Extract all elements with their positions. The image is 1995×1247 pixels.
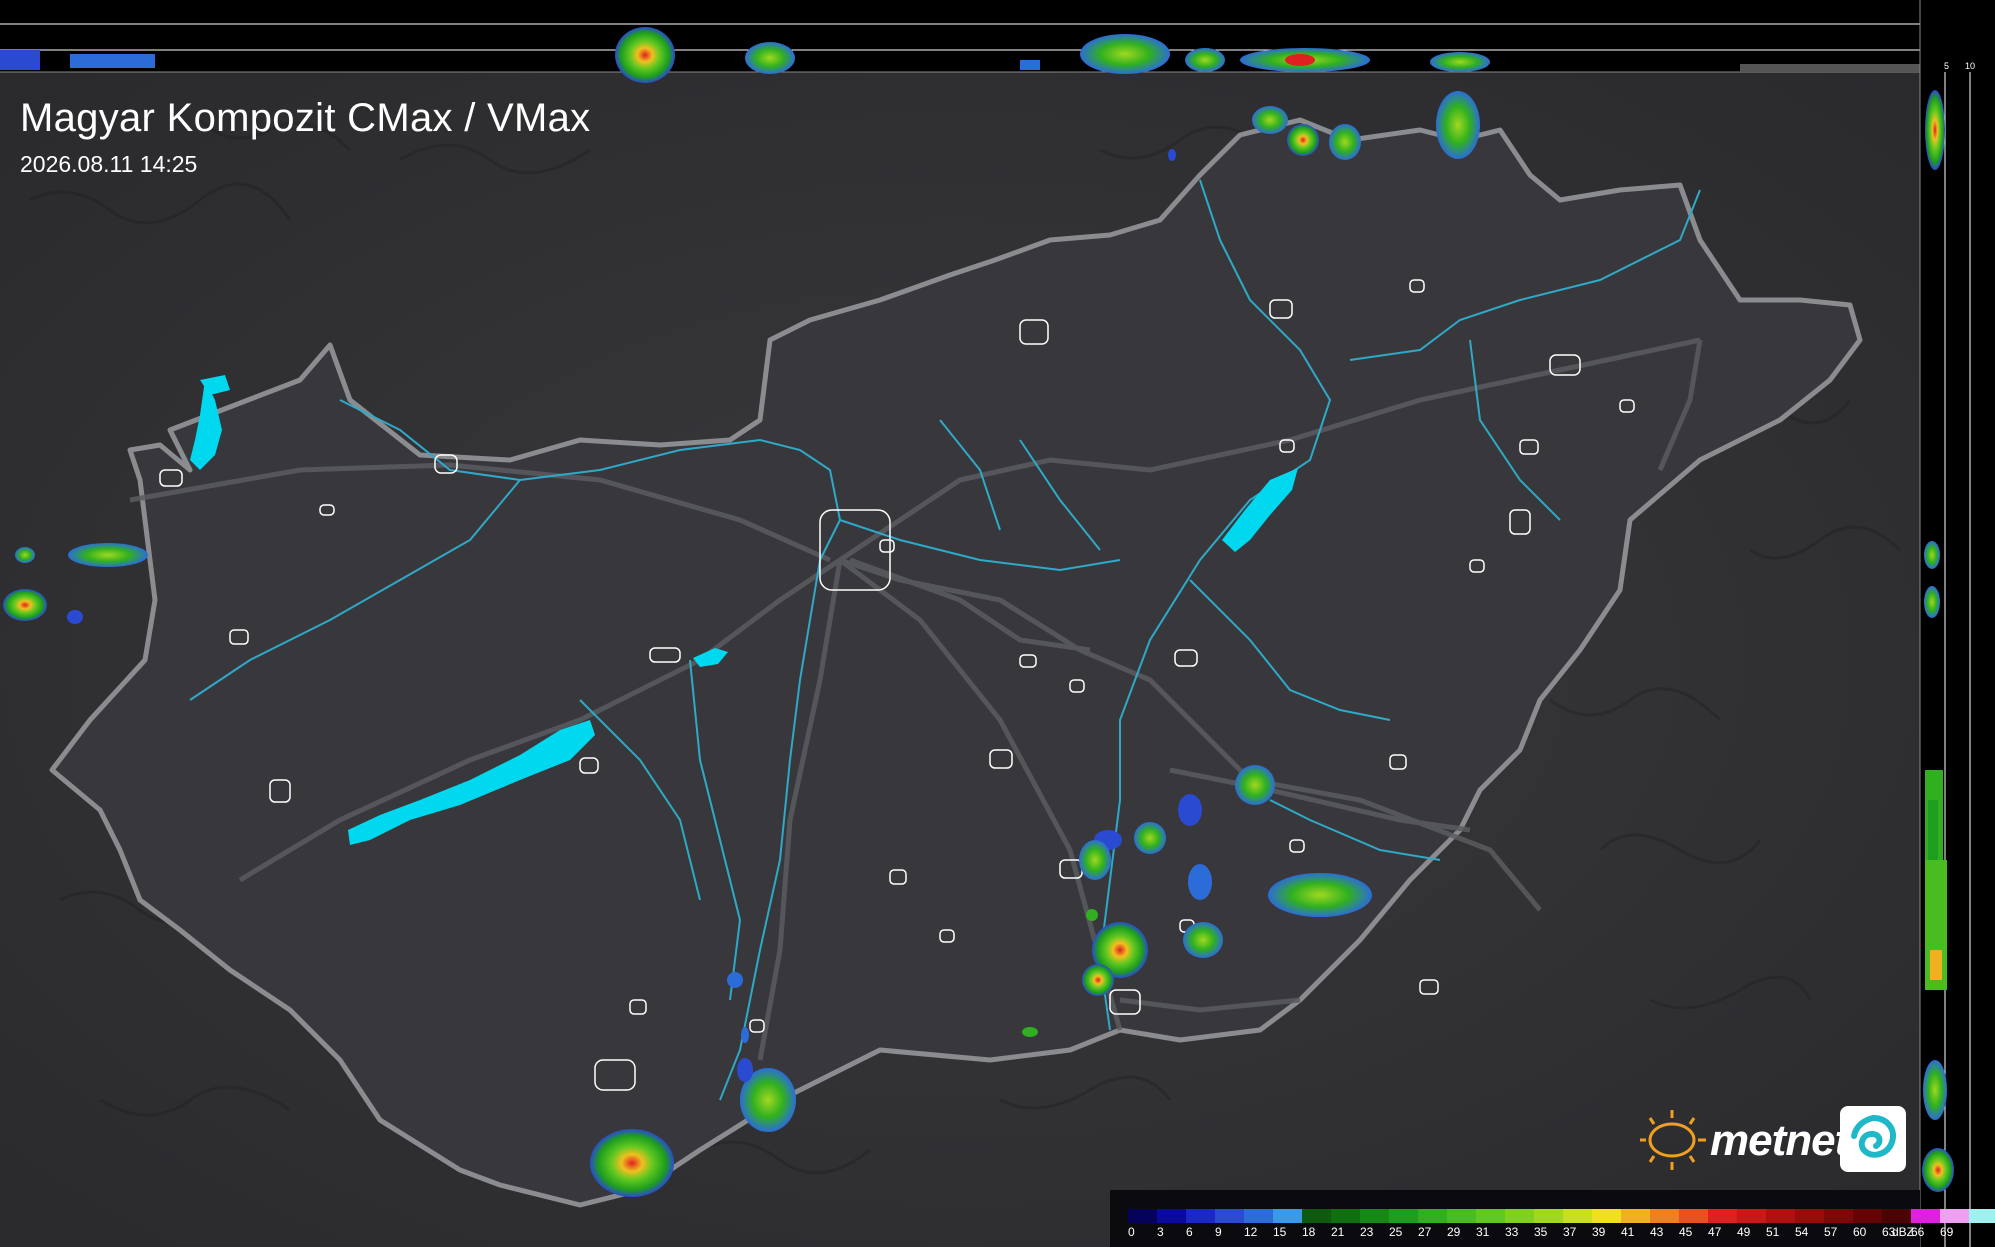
legend-label: 27 [1418, 1225, 1432, 1239]
profile-scale-label: 10 [1965, 61, 1975, 71]
legend-swatch [1824, 1209, 1853, 1223]
legend-label: 66 [1911, 1225, 1925, 1239]
legend-swatch [1273, 1209, 1302, 1223]
legend-label: 33 [1505, 1225, 1519, 1239]
legend-label: 57 [1824, 1225, 1838, 1239]
metnet-logo: metnet [1636, 1100, 1910, 1178]
legend-swatch [1215, 1209, 1244, 1223]
map-title: Magyar Kompozit CMax / VMax [20, 96, 591, 140]
brand-name: metnet [1710, 1116, 1849, 1165]
legend-label: 49 [1737, 1225, 1751, 1239]
profile-scale-label: 5 [1944, 61, 1949, 71]
radar-map: 10 5 5 10 [0, 0, 1995, 1247]
legend-label: 9 [1215, 1225, 1222, 1239]
legend-swatch [1621, 1209, 1650, 1223]
legend-swatch [1505, 1209, 1534, 1223]
legend-unit: dBZ [1891, 1225, 1914, 1239]
legend-label: 29 [1447, 1225, 1461, 1239]
legend-swatch [1911, 1209, 1940, 1223]
legend-labels: 0 3 6 9 12 15 18 21 23 25 27 29 31 33 35 37 39 41 43 45 47 49… [1128, 1225, 1995, 1239]
legend-label: 0 [1128, 1225, 1135, 1239]
legend-label: 43 [1650, 1225, 1664, 1239]
legend-swatch [1389, 1209, 1418, 1223]
legend-swatch [1969, 1209, 1995, 1223]
legend-label: 39 [1592, 1225, 1606, 1239]
legend-label: 69 [1940, 1225, 1954, 1239]
legend-label: 31 [1476, 1225, 1490, 1239]
legend-swatch [1650, 1209, 1679, 1223]
legend-swatch [1360, 1209, 1389, 1223]
brand-emblem-icon [1840, 1106, 1906, 1172]
legend-swatch [1331, 1209, 1360, 1223]
legend-swatch [1476, 1209, 1505, 1223]
legend-label: 23 [1360, 1225, 1374, 1239]
legend-swatch [1679, 1209, 1708, 1223]
legend-swatch [1447, 1209, 1476, 1223]
legend-swatch [1708, 1209, 1737, 1223]
legend-swatch [1186, 1209, 1215, 1223]
legend-label: 51 [1766, 1225, 1780, 1239]
legend-label: 21 [1331, 1225, 1345, 1239]
legend-swatch [1128, 1209, 1157, 1223]
legend-label: 25 [1389, 1225, 1403, 1239]
legend-label: 37 [1563, 1225, 1577, 1239]
map-timestamp: 2026.08.11 14:25 [20, 151, 198, 177]
legend-swatch [1157, 1209, 1186, 1223]
top-profile-strip [0, 0, 1920, 72]
legend-label: 6 [1186, 1225, 1193, 1239]
legend-swatch [1766, 1209, 1795, 1223]
legend-label: 12 [1244, 1225, 1258, 1239]
legend-swatch [1853, 1209, 1882, 1223]
legend-label [1969, 1225, 1995, 1239]
legend-swatch [1244, 1209, 1273, 1223]
legend-swatch [1882, 1209, 1911, 1223]
legend-swatch [1563, 1209, 1592, 1223]
legend-swatch [1302, 1209, 1331, 1223]
legend-swatch [1534, 1209, 1563, 1223]
legend-swatch [1418, 1209, 1447, 1223]
legend-color-bar [1128, 1209, 1995, 1223]
legend-swatch [1737, 1209, 1766, 1223]
legend-label: 35 [1534, 1225, 1548, 1239]
legend-swatch [1940, 1209, 1969, 1223]
legend-label: 41 [1621, 1225, 1635, 1239]
legend-label: 45 [1679, 1225, 1693, 1239]
legend-label: 18 [1302, 1225, 1316, 1239]
dbz-legend: 0 3 6 9 12 15 18 21 23 25 27 29 31 33 35 37 39 41 43 45 47 49… [1110, 1190, 1995, 1247]
legend-label: 3 [1157, 1225, 1164, 1239]
legend-label: 47 [1708, 1225, 1722, 1239]
legend-label: 15 [1273, 1225, 1287, 1239]
right-profile-strip [1920, 0, 1995, 1247]
legend-label: 54 [1795, 1225, 1809, 1239]
legend-label: 60 [1853, 1225, 1867, 1239]
legend-swatch [1795, 1209, 1824, 1223]
legend-swatch [1592, 1209, 1621, 1223]
